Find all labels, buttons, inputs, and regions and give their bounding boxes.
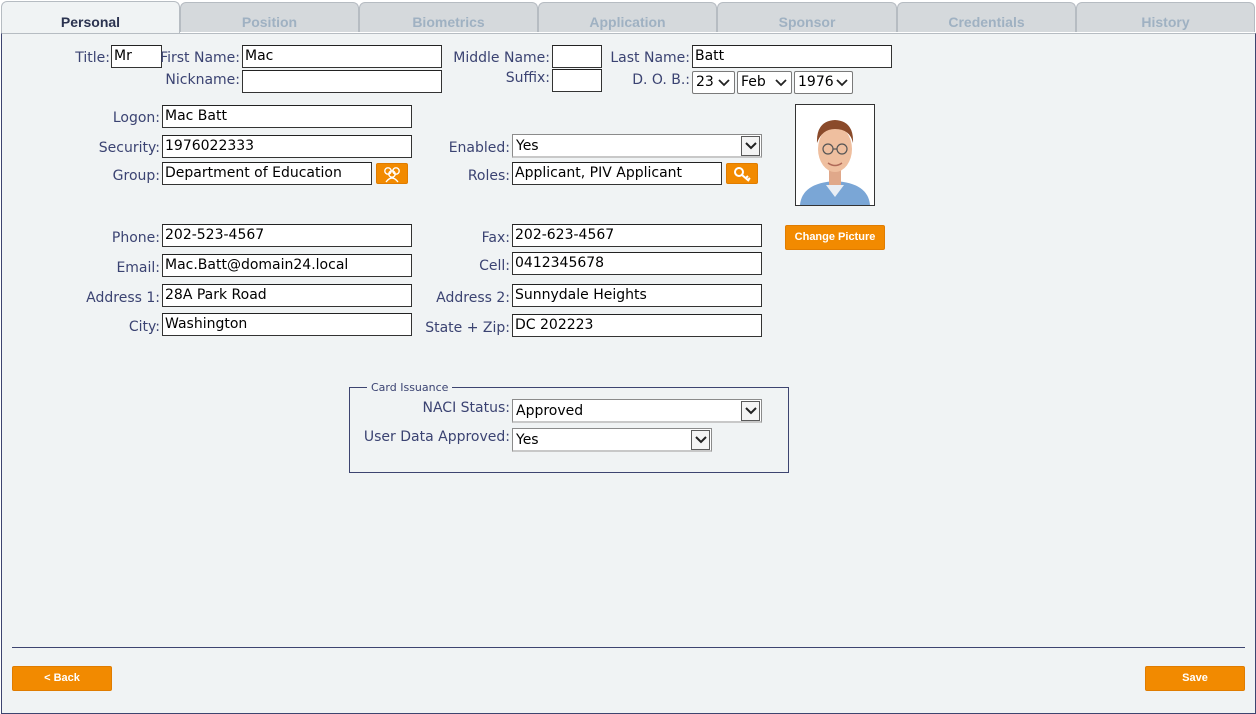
roles-picker-button[interactable] [726, 163, 758, 184]
save-button[interactable]: Save [1145, 666, 1245, 691]
email-input[interactable]: Mac.Batt@domain24.local [162, 254, 412, 277]
fax-label: Fax: [481, 230, 510, 246]
group-label: Group: [112, 168, 160, 184]
dob-month-select[interactable]: Feb [737, 71, 792, 94]
card-issuance-legend: Card Issuance [367, 381, 453, 394]
phone-input[interactable]: 202-523-4567 [162, 224, 412, 247]
phone-label: Phone: [111, 230, 160, 246]
tab-biometrics[interactable]: Biometrics [359, 2, 538, 32]
dob-label: D. O. B.: [632, 72, 690, 88]
logon-input[interactable]: Mac Batt [162, 105, 412, 128]
title-label: Title: [75, 50, 110, 66]
enabled-select[interactable]: Yes [512, 134, 762, 158]
cell-input[interactable]: 0412345678 [512, 252, 762, 275]
address2-input[interactable]: Sunnydale Heights [512, 284, 762, 307]
group-input[interactable]: Department of Education [162, 162, 372, 185]
dob-day-value: 23 [696, 74, 714, 90]
state-zip-label: State + Zip: [425, 320, 510, 336]
enabled-value: Yes [516, 138, 539, 154]
nickname-input[interactable] [242, 70, 442, 93]
address1-input[interactable]: 28A Park Road [162, 284, 412, 307]
email-label: Email: [116, 260, 160, 276]
chevron-down-icon [772, 73, 790, 92]
dob-month-value: Feb [741, 74, 766, 90]
user-photo [795, 104, 875, 206]
user-avatar-image [796, 105, 874, 205]
key-icon [732, 167, 752, 186]
chevron-down-icon [715, 73, 733, 92]
first-name-input[interactable]: Mac [242, 45, 442, 68]
tab-credentials[interactable]: Credentials [897, 2, 1076, 32]
user-data-approved-value: Yes [516, 432, 539, 448]
fax-input[interactable]: 202-623-4567 [512, 224, 762, 247]
naci-status-select[interactable]: Approved [512, 399, 762, 423]
users-icon [381, 167, 403, 186]
last-name-input[interactable]: Batt [692, 45, 892, 68]
dob-day-select[interactable]: 23 [692, 71, 735, 94]
change-picture-button[interactable]: Change Picture [785, 225, 885, 250]
city-input[interactable]: Washington [162, 313, 412, 336]
security-label: Security: [98, 140, 160, 156]
naci-status-value: Approved [516, 403, 584, 419]
cell-label: Cell: [479, 258, 510, 274]
dob-year-select[interactable]: 1976 [794, 71, 853, 94]
logon-label: Logon: [112, 110, 160, 126]
dob-year-value: 1976 [798, 74, 834, 90]
suffix-input[interactable] [552, 69, 602, 92]
tab-personal[interactable]: Personal [1, 1, 180, 33]
security-input[interactable]: 1976022333 [162, 135, 412, 158]
last-name-label: Last Name: [610, 50, 690, 66]
tab-sponsor[interactable]: Sponsor [717, 2, 897, 32]
back-button[interactable]: < Back [12, 666, 112, 691]
chevron-down-icon [741, 136, 760, 156]
chevron-down-icon [741, 401, 760, 421]
nickname-label: Nickname: [165, 72, 240, 88]
middle-name-input[interactable] [552, 45, 602, 68]
tab-history[interactable]: History [1076, 2, 1255, 32]
title-input[interactable]: Mr [111, 45, 162, 68]
roles-label: Roles: [467, 168, 510, 184]
group-picker-button[interactable] [376, 163, 408, 184]
naci-status-label: NACI Status: [422, 400, 511, 416]
chevron-down-icon [691, 430, 710, 450]
user-data-approved-select[interactable]: Yes [512, 428, 712, 452]
tab-application[interactable]: Application [538, 2, 717, 32]
suffix-label: Suffix: [505, 70, 550, 86]
enabled-label: Enabled: [448, 140, 510, 156]
chevron-down-icon [833, 73, 851, 92]
tab-bar: Personal Position Biometrics Application… [0, 0, 1256, 34]
tab-position[interactable]: Position [180, 2, 359, 32]
address1-label: Address 1: [86, 290, 160, 306]
first-name-label: First Name: [160, 50, 240, 66]
address2-label: Address 2: [436, 290, 510, 306]
roles-input[interactable]: Applicant, PIV Applicant [512, 162, 722, 185]
city-label: City: [128, 319, 160, 335]
user-data-approved-label: User Data Approved: [363, 429, 510, 445]
footer-divider [12, 647, 1245, 648]
middle-name-label: Middle Name: [453, 50, 550, 66]
state-zip-input[interactable]: DC 202223 [512, 314, 762, 337]
